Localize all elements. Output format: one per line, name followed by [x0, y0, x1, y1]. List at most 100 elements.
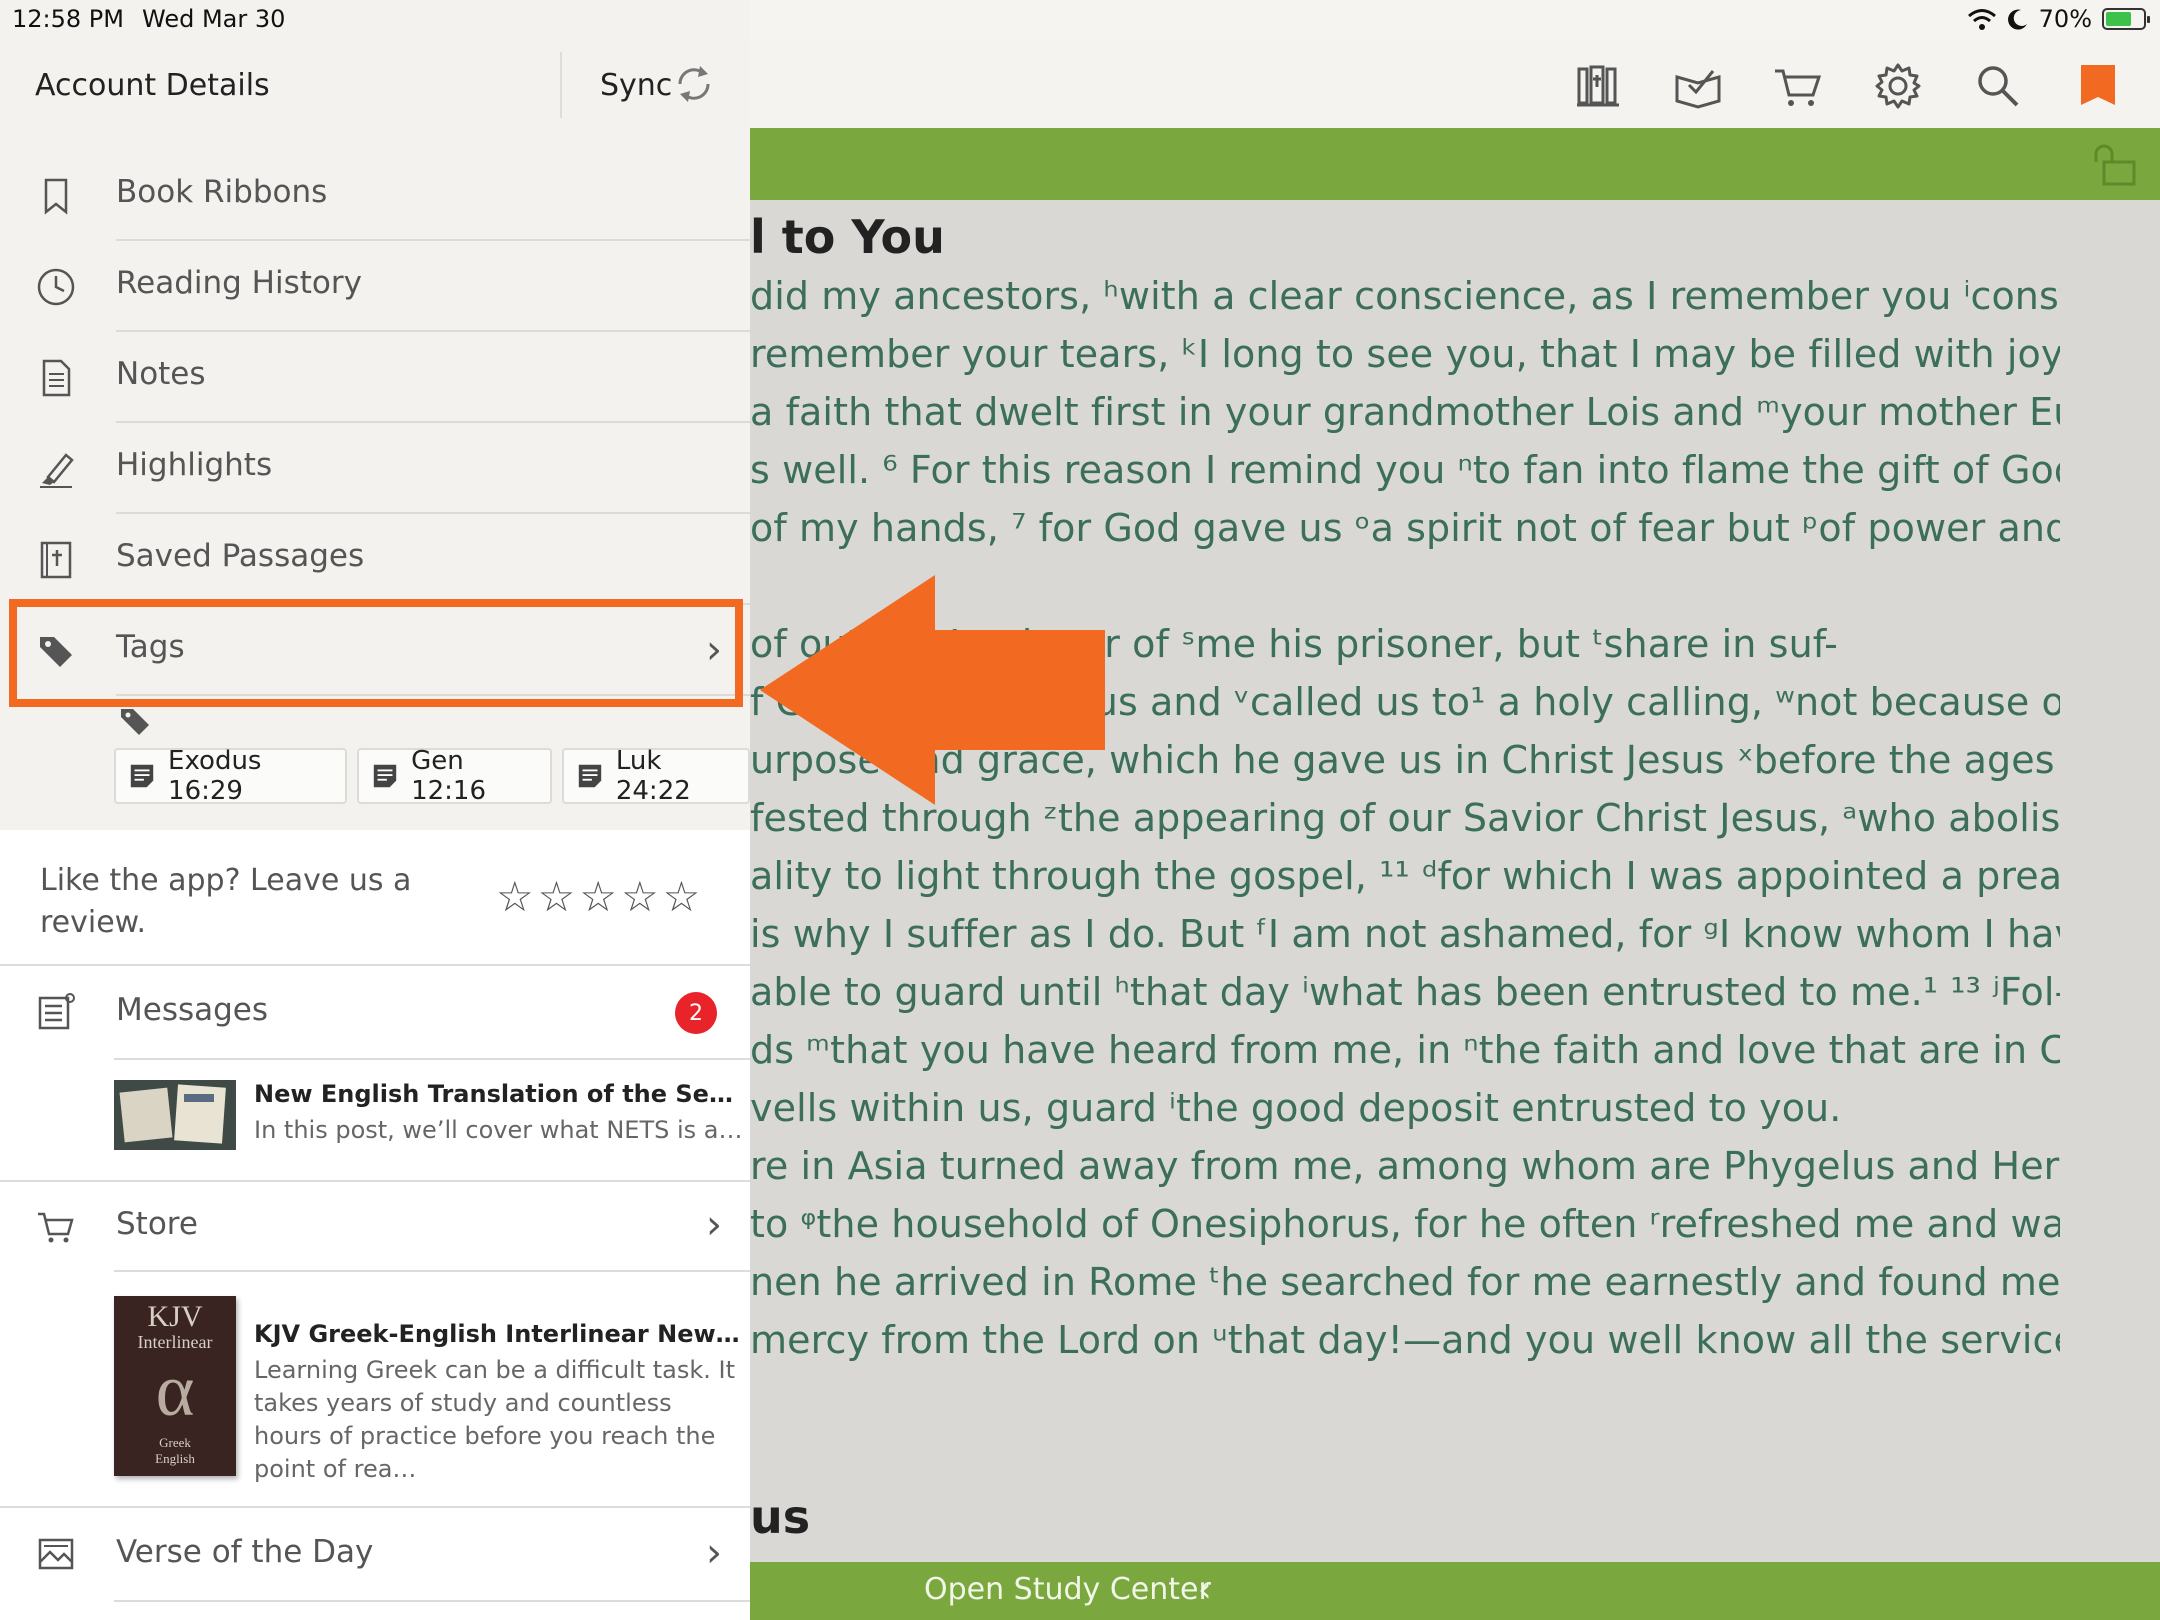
note-icon — [42, 359, 71, 397]
account-details-button[interactable]: Account Details — [35, 68, 270, 103]
article-title: KJV Greek-English Interlinear New Testa… — [254, 1320, 744, 1348]
note-icon — [373, 764, 397, 788]
reader-toolbar — [750, 40, 2160, 128]
article-description: Learning Greek can be a difficult task. … — [254, 1356, 736, 1483]
account-row: Account Details Sync — [0, 40, 750, 160]
verse-line: to ᵠthe household of Onesiphorus, for he… — [750, 1202, 2060, 1246]
sidebar-item-label: Book Ribbons — [116, 174, 328, 210]
reader-header-bar — [750, 128, 2160, 200]
verse-line: ality to light through the gospel, ¹¹ ᵈf… — [750, 854, 2060, 898]
sidebar-item-messages[interactable]: Messages — [0, 968, 750, 1058]
chevron-right-icon: › — [706, 627, 722, 673]
image-icon — [38, 1538, 74, 1570]
article-description: In this post, we’ll cover what NETS is a… — [254, 1116, 744, 1144]
section-heading: l to You — [750, 210, 945, 264]
library-icon[interactable] — [1570, 58, 1626, 114]
wifi-icon — [1967, 9, 1996, 30]
divider — [116, 694, 750, 696]
sidebar-item-label: Notes — [116, 356, 206, 392]
sidebar-item-label: Tags — [116, 629, 185, 665]
sidebar-item-highlights[interactable]: Highlights — [0, 423, 750, 514]
divider — [114, 1270, 750, 1272]
message-article[interactable]: New English Translation of the Septuagin… — [114, 1080, 744, 1160]
sync-icon[interactable] — [672, 62, 716, 106]
star-icon[interactable]: ☆ — [579, 872, 617, 921]
bible-icon — [40, 541, 72, 579]
sync-button[interactable]: Sync — [600, 68, 672, 103]
message-count-badge: 2 — [675, 992, 717, 1034]
sidebar-item-label: Highlights — [116, 447, 273, 483]
star-icon[interactable]: ☆ — [496, 872, 534, 921]
book-cover-glyph: α — [155, 1350, 195, 1432]
star-icon[interactable]: ☆ — [621, 872, 659, 921]
verse-line: did my ancestors, ʰwith a clear conscien… — [750, 274, 2060, 318]
verse-line: a faith that dwelt first in your grandmo… — [750, 390, 2060, 434]
sidebar-item-label: Verse of the Day — [116, 1534, 374, 1570]
sidebar-item-saved-passages[interactable]: Saved Passages — [0, 514, 750, 605]
highlighter-icon — [40, 453, 74, 488]
article-title: New English Translation of the Septuagin… — [254, 1080, 744, 1108]
status-indicators: 70% — [1967, 5, 2150, 33]
moon-icon — [2007, 9, 2027, 30]
battery-percent: 70% — [2038, 5, 2092, 33]
article-thumbnail — [114, 1080, 236, 1150]
status-date: Wed Mar 30 — [142, 5, 286, 33]
orange-arrow-annotation — [760, 575, 1105, 805]
sidebar-item-reading-history[interactable]: Reading History — [0, 241, 750, 332]
status-bar: 12:58 PM Wed Mar 30 70% — [0, 0, 2160, 40]
tag-chip-label: Gen 12:16 — [411, 746, 486, 806]
verse-line: mercy from the Lord on ᵘthat day!—and yo… — [750, 1318, 2060, 1362]
messages-icon — [38, 993, 75, 1030]
sidebar-item-label: Saved Passages — [116, 538, 365, 574]
star-icon[interactable]: ☆ — [663, 872, 701, 921]
divider — [0, 1506, 750, 1508]
cart-icon[interactable] — [1770, 58, 1826, 114]
divider — [114, 1600, 750, 1602]
rating-stars[interactable]: ☆ ☆ ☆ ☆ ☆ — [496, 872, 700, 921]
book-cover-title: KJV — [147, 1300, 203, 1333]
study-center-label[interactable]: Open Study Center — [924, 1572, 1211, 1607]
tag-chip[interactable]: Gen 12:16 — [357, 746, 552, 806]
tag-chip-list: Exodus 16:29 Gen 12:16 Luk 24:22 — [114, 746, 750, 806]
chevron-right-icon: › — [706, 1530, 722, 1576]
sidebar-item-store[interactable]: Store › — [0, 1182, 750, 1272]
bookmark-icon — [44, 178, 68, 215]
verse-line: vells within us, guard ⁱthe good deposit… — [750, 1086, 1842, 1130]
study-center-bar[interactable]: Open Study Center ‹ — [750, 1562, 2160, 1620]
lock-open-icon[interactable] — [2092, 142, 2140, 186]
status-time: 12:58 PM — [12, 5, 124, 33]
store-article[interactable]: KJV Interlinear α Greek English KJV Gree… — [114, 1296, 744, 1483]
sidebar-panel: Account Details Sync Book Ribbons Readin… — [0, 0, 750, 1620]
verse-line: remember your tears, ᵏI long to see you,… — [750, 332, 2060, 376]
chevron-left-icon[interactable]: ‹ — [1198, 1570, 1212, 1610]
ribbon-bookmark-icon[interactable] — [2070, 58, 2126, 114]
sidebar-item-label: Store — [116, 1206, 198, 1242]
reading-plan-icon[interactable] — [1670, 58, 1726, 114]
tag-chip[interactable]: Exodus 16:29 — [114, 746, 348, 806]
verse-line: of my hands, ⁷ for God gave us ᵒa spirit… — [750, 506, 2060, 550]
verse-line: s well. ⁶ For this reason I remind you ⁿ… — [750, 448, 2060, 492]
battery-icon — [2102, 8, 2150, 30]
book-cover-footer: Greek English — [155, 1435, 195, 1466]
verse-line: re in Asia turned away from me, among wh… — [750, 1144, 2060, 1188]
verse-line: able to guard until ʰthat day ⁱwhat has … — [750, 970, 2060, 1014]
sidebar-item-notes[interactable]: Notes — [0, 332, 750, 423]
settings-gear-icon[interactable] — [1870, 58, 1926, 114]
section-heading: us — [750, 1490, 811, 1544]
verse-line: ds ᵐthat you have heard from me, in ⁿthe… — [750, 1028, 2060, 1072]
review-prompt: Like the app? Leave us a review. — [40, 863, 412, 940]
sidebar-item-book-ribbons[interactable]: Book Ribbons — [0, 150, 750, 241]
search-icon[interactable] — [1970, 58, 2026, 114]
note-icon — [578, 764, 602, 788]
divider — [0, 964, 750, 966]
cart-icon — [38, 1212, 74, 1243]
sidebar-item-tags[interactable]: Tags › — [0, 605, 750, 696]
note-icon — [130, 764, 154, 788]
verse-line: is why I suffer as I do. But ᶠI am not a… — [750, 912, 2060, 956]
tag-icon — [121, 709, 149, 735]
star-icon[interactable]: ☆ — [538, 872, 576, 921]
tag-chip[interactable]: Luk 24:22 — [561, 746, 750, 806]
sidebar-item-verse-of-the-day[interactable]: Verse of the Day › — [0, 1510, 750, 1600]
tag-chip-label: Exodus 16:29 — [168, 746, 262, 806]
verse-line: nen he arrived in Rome ᵗhe searched for … — [750, 1260, 2060, 1304]
